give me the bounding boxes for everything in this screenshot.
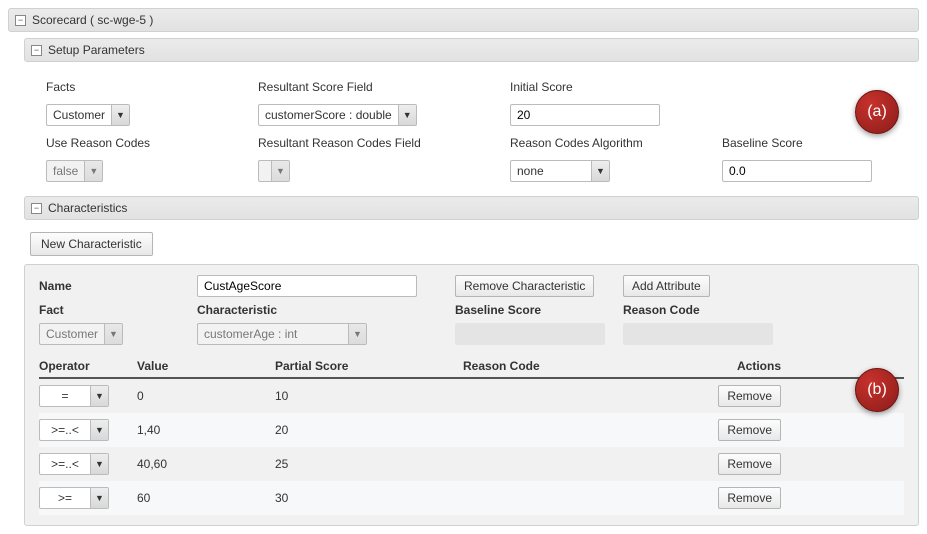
operator-value: >=..< [40, 420, 90, 440]
characteristics-title: Characteristics [48, 201, 127, 215]
char-characteristic-label: Characteristic [197, 303, 447, 317]
operator-select[interactable]: >=..<▼ [39, 453, 109, 475]
chevron-down-icon[interactable]: ▼ [90, 454, 108, 474]
remove-button[interactable]: Remove [718, 453, 781, 475]
chevron-down-icon: ▼ [271, 161, 289, 181]
annotation-badge-b: (b) [855, 368, 899, 412]
setup-parameters-panel: − Setup Parameters [24, 38, 919, 62]
col-actions: Actions [651, 359, 781, 373]
char-fact-select: Customer ▼ [39, 323, 123, 345]
operator-value: = [40, 386, 90, 406]
char-name-label: Name [39, 279, 189, 293]
chevron-down-icon[interactable]: ▼ [591, 161, 609, 181]
char-reason-code-label: Reason Code [623, 303, 783, 317]
char-name-input[interactable] [197, 275, 417, 297]
attribute-table: Operator Value Partial Score Reason Code… [39, 355, 904, 515]
initial-score-label: Initial Score [510, 76, 710, 98]
partial-score-cell: 10 [275, 389, 455, 403]
partial-score-cell: 20 [275, 423, 455, 437]
chevron-down-icon[interactable]: ▼ [398, 105, 416, 125]
reason-codes-algorithm-label: Reason Codes Algorithm [510, 132, 710, 154]
chevron-down-icon[interactable]: ▼ [90, 488, 108, 508]
char-fact-value: Customer [40, 324, 104, 344]
col-operator: Operator [39, 359, 129, 373]
resultant-score-field-select[interactable]: customerScore : double ▼ [258, 104, 417, 126]
table-row: >=..<▼ 40,60 25 Remove [39, 447, 904, 481]
remove-button[interactable]: Remove [718, 385, 781, 407]
col-value: Value [137, 359, 267, 373]
col-partial-score: Partial Score [275, 359, 455, 373]
chevron-down-icon: ▼ [104, 324, 122, 344]
use-reason-codes-select: false ▼ [46, 160, 103, 182]
table-row: >=..<▼ 1,40 20 Remove [39, 413, 904, 447]
facts-select[interactable]: Customer ▼ [46, 104, 130, 126]
operator-value: >=..< [40, 454, 90, 474]
new-characteristic-button[interactable]: New Characteristic [30, 232, 153, 256]
value-cell: 0 [137, 389, 267, 403]
use-reason-codes-value: false [47, 161, 84, 181]
use-reason-codes-label: Use Reason Codes [46, 132, 246, 154]
remove-button[interactable]: Remove [718, 487, 781, 509]
collapse-icon[interactable]: − [31, 45, 42, 56]
collapse-icon[interactable]: − [15, 15, 26, 26]
partial-score-cell: 25 [275, 457, 455, 471]
char-reason-code-field [623, 323, 773, 345]
char-characteristic-select: customerAge : int ▼ [197, 323, 367, 345]
chevron-down-icon[interactable]: ▼ [111, 105, 129, 125]
resultant-score-field-label: Resultant Score Field [258, 76, 498, 98]
operator-value: >= [40, 488, 90, 508]
chevron-down-icon[interactable]: ▼ [90, 386, 108, 406]
operator-select[interactable]: =▼ [39, 385, 109, 407]
col-reason-code: Reason Code [463, 359, 643, 373]
reason-codes-algorithm-select[interactable]: none ▼ [510, 160, 610, 182]
characteristic-box: Name Remove Characteristic Add Attribute… [24, 264, 919, 526]
facts-label: Facts [46, 76, 246, 98]
characteristics-panel: − Characteristics [24, 196, 919, 220]
char-baseline-score-field [455, 323, 605, 345]
value-cell: 60 [137, 491, 267, 505]
setup-parameters-title: Setup Parameters [48, 43, 145, 57]
value-cell: 40,60 [137, 457, 267, 471]
reason-codes-algorithm-value: none [511, 161, 591, 181]
value-cell: 1,40 [137, 423, 267, 437]
chevron-down-icon[interactable]: ▼ [90, 420, 108, 440]
resultant-reason-codes-field-label: Resultant Reason Codes Field [258, 132, 498, 154]
resultant-score-field-value: customerScore : double [259, 105, 398, 125]
chevron-down-icon: ▼ [84, 161, 102, 181]
annotation-badge-a: (a) [855, 90, 899, 134]
baseline-score-input[interactable] [722, 160, 872, 182]
table-row: >=▼ 60 30 Remove [39, 481, 904, 515]
char-characteristic-value: customerAge : int [198, 324, 348, 344]
scorecard-panel: − Scorecard ( sc-wge-5 ) [8, 8, 919, 32]
facts-value: Customer [47, 105, 111, 125]
table-row: =▼ 0 10 Remove [39, 379, 904, 413]
char-baseline-score-label: Baseline Score [455, 303, 615, 317]
operator-select[interactable]: >=▼ [39, 487, 109, 509]
chevron-down-icon: ▼ [348, 324, 366, 344]
initial-score-input[interactable] [510, 104, 660, 126]
add-attribute-button[interactable]: Add Attribute [623, 275, 710, 297]
scorecard-title: Scorecard ( sc-wge-5 ) [32, 13, 153, 27]
collapse-icon[interactable]: − [31, 203, 42, 214]
partial-score-cell: 30 [275, 491, 455, 505]
char-fact-label: Fact [39, 303, 189, 317]
remove-button[interactable]: Remove [718, 419, 781, 441]
operator-select[interactable]: >=..<▼ [39, 419, 109, 441]
baseline-score-label: Baseline Score [722, 132, 882, 154]
resultant-reason-codes-field-value [259, 161, 271, 181]
resultant-reason-codes-field-select: ▼ [258, 160, 290, 182]
remove-characteristic-button[interactable]: Remove Characteristic [455, 275, 594, 297]
